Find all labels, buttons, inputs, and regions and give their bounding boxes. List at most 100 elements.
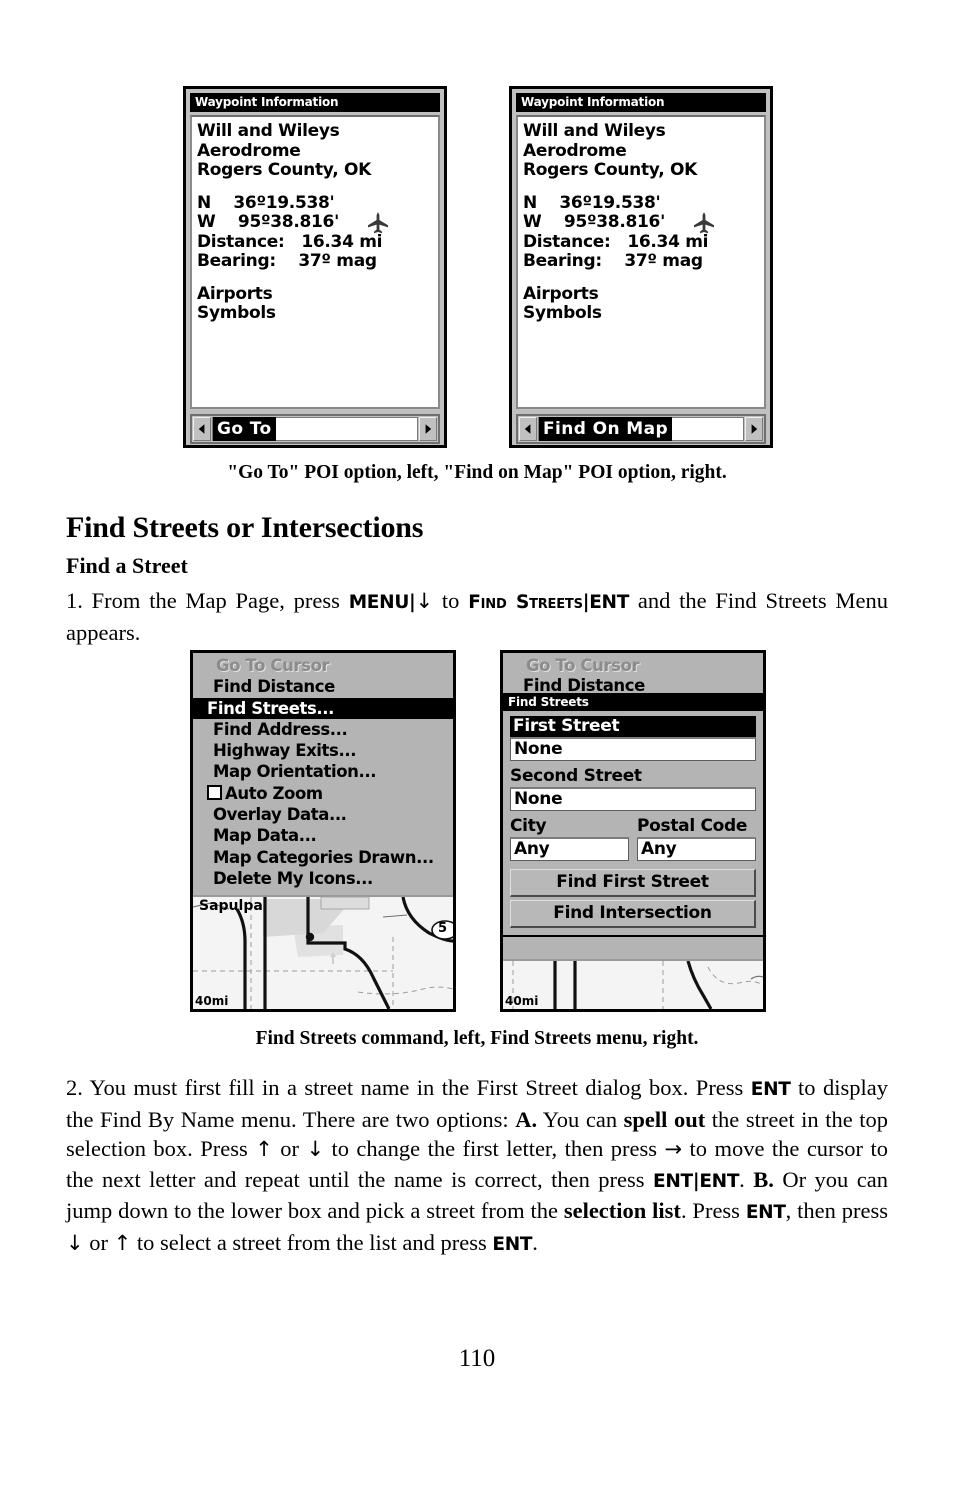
key-ent: ENT [745, 1202, 786, 1223]
menu-item-map-orientation[interactable]: Map Orientation... [193, 761, 453, 782]
menu-item-map-data[interactable]: Map Data... [193, 825, 453, 846]
step2-text-5: or [272, 1136, 307, 1161]
step2-text-11: , then press [785, 1198, 888, 1223]
arrow-right-icon: → [664, 1137, 683, 1161]
next-option-arrow-icon[interactable] [419, 417, 437, 441]
option-field[interactable]: Go To [212, 417, 418, 441]
key-ent: ENT [653, 1170, 693, 1192]
first-street-label: First Street [510, 716, 756, 739]
waypoint-info-body: Will and Wileys Aerodrome Rogers County,… [190, 115, 440, 409]
map-menu-list: Go To Cursor Find Distance Find Streets.… [193, 653, 453, 892]
page-title: Find Streets or Intersections [66, 511, 424, 544]
city-field-group: City Any [510, 816, 629, 866]
findonmap-option-label[interactable]: Find On Map [539, 417, 673, 441]
menu-item-delete-my-icons[interactable]: Delete My Icons... [193, 868, 453, 889]
step2-text-8: . [739, 1166, 754, 1192]
map-preview-right[interactable]: 40mi [503, 959, 763, 1009]
emphasis-selection-list: selection list [563, 1198, 681, 1223]
second-street-input[interactable]: None [510, 788, 756, 812]
key-ent: ENT [699, 1170, 740, 1192]
find-first-street-button[interactable]: Find First Street [510, 869, 756, 898]
waypoint-title-bar: Waypoint Information [190, 93, 440, 112]
step2-text-1: 2. You must first fill in a street name … [66, 1075, 751, 1100]
menu-item-find-address[interactable]: Find Address... [193, 719, 453, 740]
map-scale-label: 40mi [505, 994, 539, 1008]
page-number: 110 [458, 1345, 496, 1372]
waypoint-name-line-1: Will and Wileys [197, 121, 340, 141]
find-intersection-button[interactable]: Find Intersection [510, 900, 756, 929]
city-label: City [510, 816, 629, 839]
emphasis-spell-out: spell out [623, 1106, 706, 1132]
menu-item-go-to-cursor: Go To Cursor [526, 656, 640, 675]
menu-item-auto-zoom[interactable]: Auto Zoom [193, 783, 453, 804]
menu-item-find-distance[interactable]: Find Distance [193, 676, 453, 697]
airplane-icon [366, 211, 390, 235]
arrow-up-icon: ↑ [255, 1137, 273, 1161]
city-input[interactable]: Any [510, 838, 629, 862]
route-shield-label: 5 [437, 921, 447, 936]
key-ent: ENT [589, 592, 630, 613]
option-field[interactable]: Find On Map [538, 417, 744, 441]
waypoint-title-bar: Waypoint Information [516, 93, 766, 112]
option-b-marker: B. [753, 1166, 774, 1192]
waypoint-latitude: N 36º19.538' [523, 192, 661, 213]
menu-item-auto-zoom-label: Auto Zoom [225, 783, 323, 803]
waypoint-latitude: N 36º19.538' [197, 192, 335, 213]
map-scale-label: 40mi [195, 994, 229, 1008]
find-streets-dialog-body: First Street None Second Street None Cit… [503, 711, 763, 938]
key-menu: MENU [348, 592, 410, 613]
postal-field-group: Postal Code Any [637, 816, 756, 866]
step1-text-a: 1. From the Map Page, press [66, 588, 349, 613]
next-option-arrow-icon[interactable] [745, 417, 763, 441]
figure-waypoint-screens: Waypoint Information Will and Wileys Aer… [183, 86, 773, 450]
menu-item-overlay-data[interactable]: Overlay Data... [193, 804, 453, 825]
postal-code-label: Postal Code [637, 816, 756, 839]
map-preview-left[interactable]: Sapulpa 40mi 5 [193, 895, 453, 1009]
key-ent: ENT [492, 1233, 533, 1255]
prev-option-arrow-icon[interactable] [193, 417, 211, 441]
gps-screen-goto: Waypoint Information Will and Wileys Aer… [183, 86, 447, 448]
prev-option-arrow-icon[interactable] [519, 417, 537, 441]
waypoint-name-line-1: Will and Wileys [523, 121, 666, 141]
waypoint-bearing: Bearing: 37º mag [523, 251, 703, 271]
key-ent: ENT [750, 1079, 791, 1100]
menu-item-highway-exits[interactable]: Highway Exits... [193, 740, 453, 761]
step-2-paragraph: 2. You must first fill in a street name … [66, 1073, 888, 1259]
menu-item-map-categories-drawn[interactable]: Map Categories Drawn... [193, 847, 453, 868]
find-streets-dialog-title: Find Streets [503, 693, 763, 712]
arrow-down-icon: ↓ [306, 1137, 325, 1161]
postal-code-input[interactable]: Any [637, 838, 756, 862]
command-find-streets: Find Streets [468, 592, 583, 613]
menu-item-find-streets[interactable]: Find Streets... [193, 697, 453, 719]
figure-2-caption: Find Streets command, left, Find Streets… [255, 1028, 699, 1049]
subsection-title: Find a Street [66, 553, 188, 578]
waypoint-longitude: W 95º38.816' [523, 212, 665, 232]
first-street-input[interactable]: None [510, 738, 756, 762]
goto-option-label[interactable]: Go To [213, 417, 276, 441]
step2-text-14: . [532, 1229, 538, 1255]
waypoint-distance: Distance: 16.34 mi [197, 231, 383, 252]
figure-1-caption: "Go To" POI option, left, "Find on Map" … [227, 462, 727, 483]
waypoint-location: Rogers County, OK [523, 160, 698, 180]
step1-text-b: to [433, 588, 469, 613]
manual-page: Waypoint Information Will and Wileys Aer… [0, 0, 954, 1487]
option-a-marker: A. [515, 1106, 538, 1132]
checkbox-icon[interactable] [207, 784, 222, 800]
gps-screen-map-menu: Go To Cursor Find Distance Find Streets.… [190, 650, 456, 1012]
menu-item-find-distance: Find Distance [523, 676, 645, 694]
arrow-down-icon: ↓ [66, 1230, 84, 1255]
waypoint-category: Airports [197, 283, 273, 304]
map-city-label: Sapulpa [199, 898, 263, 914]
waypoint-action-bar: Go To [190, 414, 440, 444]
waypoint-subcategory: Symbols [197, 303, 276, 323]
waypoint-subcategory: Symbols [523, 303, 602, 323]
waypoint-info-body: Will and Wileys Aerodrome Rogers County,… [516, 115, 766, 409]
waypoint-bearing: Bearing: 37º mag [197, 251, 377, 271]
menu-item-go-to-cursor[interactable]: Go To Cursor [193, 655, 453, 676]
waypoint-category: Airports [523, 283, 599, 304]
background-map-menu: Go To Cursor Find Distance [503, 653, 763, 694]
